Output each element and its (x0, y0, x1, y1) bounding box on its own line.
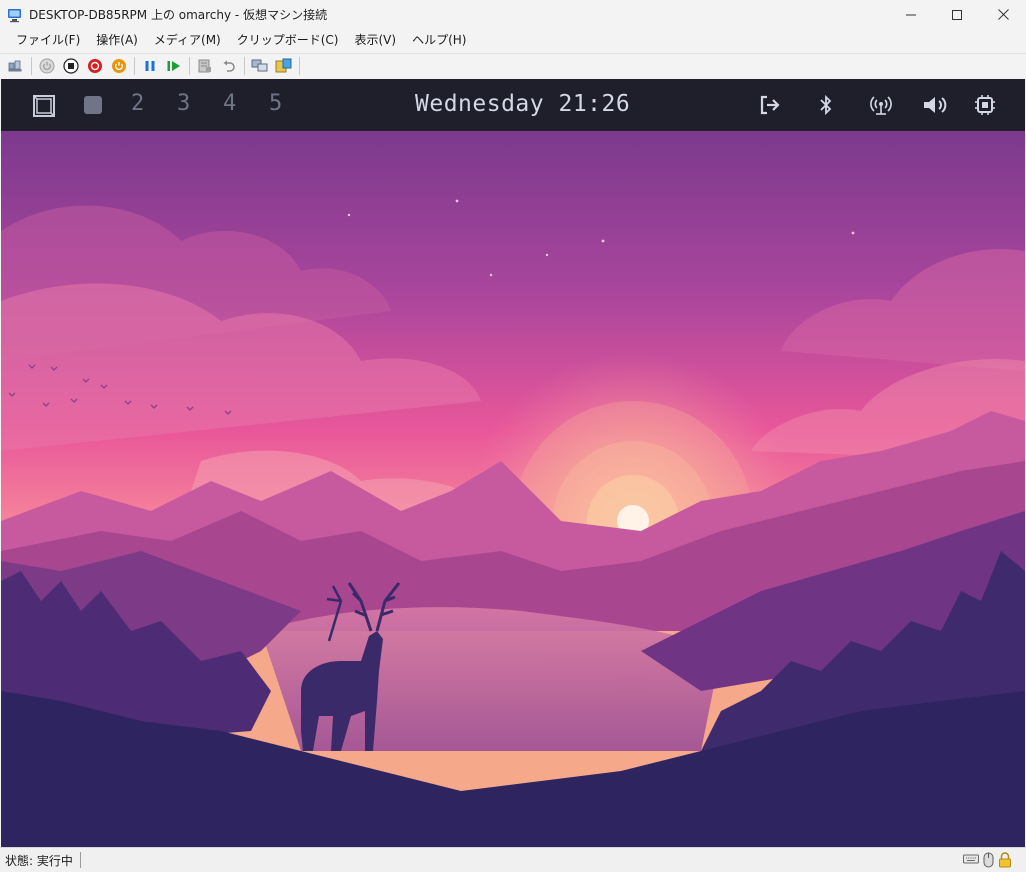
toolbar-separator (31, 57, 32, 75)
power-button[interactable] (107, 55, 131, 77)
menu-bar: ファイル(F) 操作(A) メディア(M) クリップボード(C) 表示(V) ヘ… (0, 29, 1026, 51)
revert-icon (223, 60, 235, 72)
menu-help[interactable]: ヘルプ(H) (404, 29, 474, 51)
resume-icon (167, 61, 180, 71)
workspace-active-icon[interactable] (83, 95, 103, 115)
menu-clipboard[interactable]: クリップボード(C) (229, 29, 347, 51)
menu-action[interactable]: 操作(A) (88, 29, 146, 51)
status-separator (79, 852, 81, 868)
lock-icon (999, 852, 1011, 868)
workspace-2[interactable]: 2 (131, 91, 144, 117)
ctrl-alt-del-button[interactable] (4, 55, 28, 77)
maximize-icon (952, 9, 962, 20)
volume-icon[interactable] (921, 93, 951, 117)
bluetooth-icon[interactable] (817, 93, 835, 117)
close-icon (997, 9, 1009, 20)
toolbar-separator (134, 57, 135, 75)
vm-connection-icon (7, 7, 23, 23)
power-icon (112, 59, 126, 73)
window-title: DESKTOP-DB85RPM 上の omarchy - 仮想マシン接続 (29, 8, 328, 22)
close-button[interactable] (980, 0, 1026, 29)
omarchy-logo-icon[interactable] (31, 93, 57, 119)
shutdown-icon (88, 59, 102, 73)
menu-view[interactable]: 表示(V) (347, 29, 405, 51)
turn-off-button[interactable] (59, 55, 83, 77)
revert-button[interactable] (217, 55, 241, 77)
ctrl-alt-del-icon (8, 60, 22, 72)
cpu-icon[interactable] (974, 93, 996, 117)
workspace-3[interactable]: 3 (177, 91, 190, 117)
toolbar (0, 53, 1026, 78)
waybar: 2 3 4 5 Wednesday 21:26 (1, 79, 1025, 131)
status-text: 状態: 実行中 (5, 853, 73, 868)
clock[interactable]: Wednesday 21:26 (415, 90, 630, 118)
desktop-wallpaper (1, 131, 1025, 847)
mouse-icon (983, 852, 994, 868)
checkpoint-icon (198, 59, 211, 73)
share-icon (275, 58, 292, 73)
enhanced-session-icon (251, 59, 268, 72)
checkpoint-button[interactable] (193, 55, 217, 77)
vm-screen[interactable]: 2 3 4 5 Wednesday 21:26 (1, 79, 1025, 847)
minimize-icon (906, 14, 916, 15)
start-button[interactable] (35, 55, 59, 77)
enhanced-session-button[interactable] (248, 55, 272, 77)
turn-off-icon (63, 58, 79, 74)
maximize-button[interactable] (934, 0, 980, 29)
menu-file[interactable]: ファイル(F) (8, 29, 88, 51)
share-button[interactable] (272, 55, 296, 77)
minimize-button[interactable] (888, 0, 934, 29)
status-bar: 状態: 実行中 (0, 847, 1026, 872)
pause-button[interactable] (138, 55, 162, 77)
menu-media[interactable]: メディア(M) (146, 29, 229, 51)
pause-icon (145, 61, 155, 71)
logout-icon[interactable] (758, 93, 782, 117)
title-bar: DESKTOP-DB85RPM 上の omarchy - 仮想マシン接続 (0, 0, 1026, 29)
keyboard-icon (963, 854, 979, 864)
toolbar-separator (299, 57, 300, 75)
network-icon[interactable] (868, 93, 894, 117)
toolbar-separator (189, 57, 190, 75)
workspace-4[interactable]: 4 (223, 91, 236, 117)
shutdown-button[interactable] (83, 55, 107, 77)
start-icon (39, 58, 55, 74)
resume-button[interactable] (162, 55, 186, 77)
toolbar-separator (244, 57, 245, 75)
workspace-5[interactable]: 5 (269, 91, 282, 117)
